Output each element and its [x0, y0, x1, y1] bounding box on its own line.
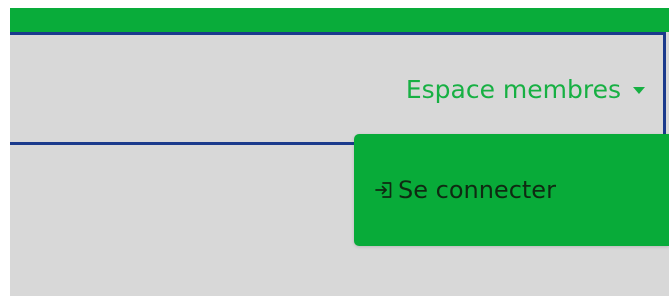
login-menu-label: Se connecter	[398, 176, 556, 204]
navbar: Espace membres	[10, 32, 666, 145]
top-accent-bar	[10, 8, 669, 32]
members-menu-label: Espace membres	[405, 75, 621, 104]
page: Espace membres Se connecter	[10, 8, 669, 296]
login-icon	[374, 180, 394, 200]
members-dropdown-menu: Se connecter	[354, 134, 669, 246]
caret-down-icon	[633, 87, 645, 94]
members-menu-toggle[interactable]: Espace membres	[406, 77, 645, 102]
login-menu-item[interactable]: Se connecter	[374, 178, 556, 202]
